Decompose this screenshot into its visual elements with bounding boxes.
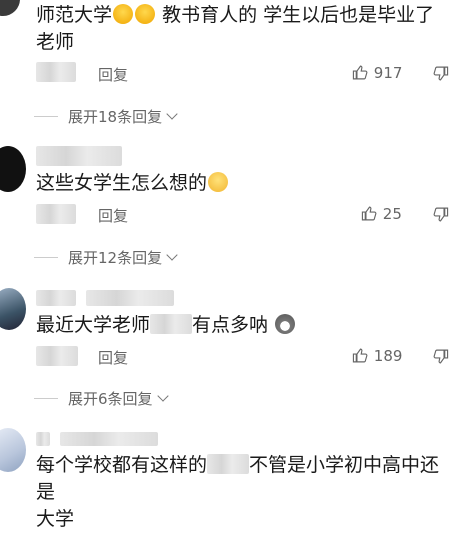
blurred-username: [36, 290, 76, 306]
dislike-button[interactable]: [432, 205, 449, 224]
blurred-timestamp: [36, 346, 78, 366]
blurred-username: [60, 432, 158, 446]
reply-button[interactable]: 回复: [98, 347, 128, 368]
thumbs-up-icon: [352, 65, 368, 80]
chevron-down-icon: [166, 249, 178, 261]
reply-button[interactable]: 回复: [98, 64, 128, 85]
blurred-text: [207, 454, 250, 474]
like-button[interactable]: 189: [352, 347, 402, 365]
avatar[interactable]: [0, 288, 26, 330]
dislike-button[interactable]: [432, 64, 449, 83]
expand-replies[interactable]: 展开12条回复: [34, 247, 178, 268]
laughing-tears-emoji-icon: [135, 4, 156, 24]
thumbs-down-icon: [433, 66, 449, 81]
comment-2: 这些女学生怎么想的 回复 25 展开12条回复: [0, 140, 463, 270]
laughing-tears-emoji-icon: [113, 4, 134, 24]
divider: [34, 398, 58, 399]
chevron-down-icon: [156, 390, 169, 402]
thumbs-up-icon: [352, 348, 368, 363]
dislike-button[interactable]: [432, 347, 449, 366]
avatar[interactable]: [0, 146, 26, 192]
blurred-timestamp: [36, 204, 76, 224]
comment-text: 师范大学 教书育人的 学生以后也是毕业了 老师: [36, 4, 435, 53]
husky-emoji-icon: [275, 314, 296, 334]
divider: [34, 116, 58, 117]
like-button[interactable]: 917: [352, 64, 402, 82]
chevron-down-icon: [166, 108, 178, 120]
blurred-username: [36, 432, 50, 446]
expand-replies[interactable]: 展开18条回复: [34, 106, 178, 127]
comment-text: 每个学校都有这样的 不管是小学初中高中还是 大学: [36, 454, 440, 530]
expand-replies[interactable]: 展开6条回复: [34, 388, 169, 409]
reply-button[interactable]: 回复: [98, 205, 128, 226]
blurred-text: [150, 314, 193, 334]
blurred-username: [86, 290, 174, 306]
comment-text: 这些女学生怎么想的: [36, 170, 454, 197]
comment-1: 师范大学 教书育人的 学生以后也是毕业了 老师 回复 917 展开18条回复: [0, 0, 463, 130]
thumbs-down-icon: [433, 207, 449, 222]
thumbs-up-icon: [361, 206, 377, 221]
comment-4: 每个学校都有这样的 不管是小学初中高中还是 大学: [0, 422, 463, 530]
divider: [34, 257, 58, 258]
like-button[interactable]: 25: [361, 205, 402, 223]
avatar[interactable]: [0, 428, 26, 472]
comment-3: 最近大学老师 有点多呐 回复 189 展开6条回复: [0, 282, 463, 412]
thumbs-down-icon: [433, 349, 449, 364]
blurred-username: [36, 146, 122, 166]
avatar[interactable]: [0, 0, 20, 16]
grin-emoji-icon: [208, 172, 229, 192]
comment-text: 最近大学老师 有点多呐: [36, 312, 454, 339]
blurred-timestamp: [36, 62, 76, 82]
